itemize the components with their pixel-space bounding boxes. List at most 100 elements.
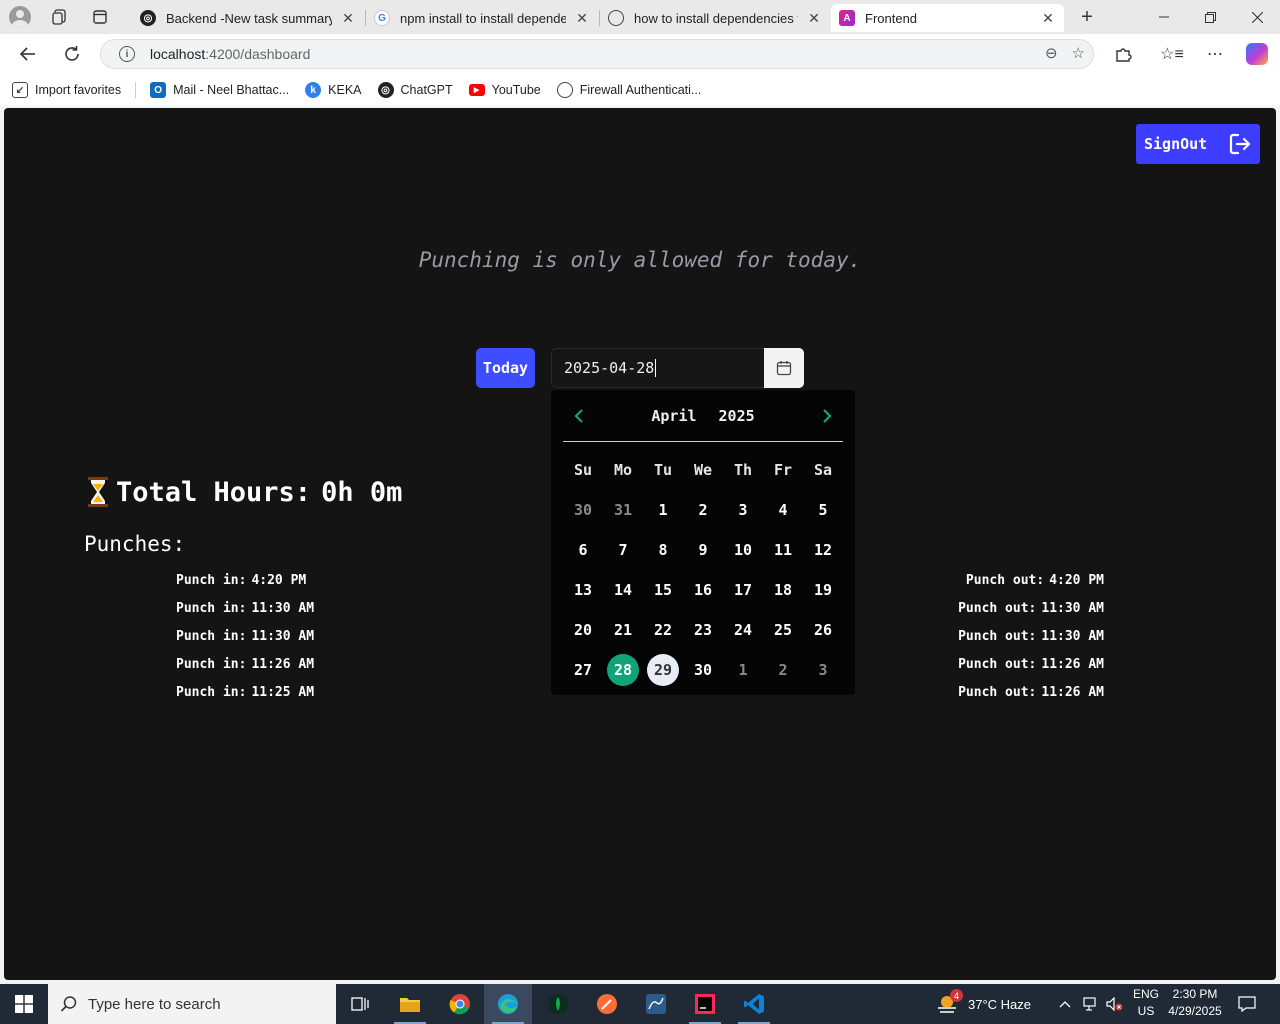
- day-cell[interactable]: 5: [803, 490, 843, 530]
- day-cell[interactable]: 4: [763, 490, 803, 530]
- restore-button[interactable]: [1187, 0, 1233, 34]
- notifications-icon[interactable]: [1238, 984, 1256, 1024]
- close-tab-icon[interactable]: ✕: [806, 10, 822, 27]
- vscode-icon[interactable]: [730, 984, 778, 1024]
- day-cell[interactable]: 15: [643, 570, 683, 610]
- browser-tab-active[interactable]: A Frontend ✕: [831, 4, 1064, 32]
- browser-tab[interactable]: how to install dependencies for j ✕: [600, 4, 830, 32]
- day-cell[interactable]: 12: [803, 530, 843, 570]
- chrome-icon[interactable]: [436, 984, 484, 1024]
- close-window-button[interactable]: [1234, 0, 1280, 34]
- day-cell[interactable]: 16: [683, 570, 723, 610]
- extensions-icon[interactable]: [1110, 42, 1136, 66]
- browser-tab[interactable]: ◎ Backend -New task summary ✕: [132, 4, 364, 32]
- today-button[interactable]: Today: [476, 348, 535, 388]
- mongodb-compass-icon[interactable]: [534, 984, 582, 1024]
- site-info-icon[interactable]: i: [119, 46, 135, 62]
- day-cell-other-month[interactable]: 3: [803, 650, 843, 690]
- day-cell[interactable]: 28: [603, 650, 643, 690]
- day-cell-other-month[interactable]: 2: [763, 650, 803, 690]
- day-cell[interactable]: 1: [643, 490, 683, 530]
- year-select[interactable]: 2025: [719, 407, 755, 425]
- more-menu-icon[interactable]: ⋯: [1202, 42, 1228, 66]
- language-indicator[interactable]: ENG US: [1130, 986, 1162, 1020]
- day-cell[interactable]: 18: [763, 570, 803, 610]
- show-hidden-icons[interactable]: [1059, 984, 1071, 1024]
- day-cell[interactable]: 24: [723, 610, 763, 650]
- favorites-icon[interactable]: ☆≡: [1159, 42, 1185, 66]
- date-input[interactable]: 2025-04-28: [551, 348, 765, 388]
- file-explorer-icon[interactable]: [386, 984, 434, 1024]
- back-button[interactable]: [12, 40, 44, 68]
- day-cell[interactable]: 10: [723, 530, 763, 570]
- taskbar-clock[interactable]: 2:30 PM 4/29/2025: [1160, 986, 1230, 1020]
- day-number: 3: [818, 661, 828, 679]
- read-aloud-icon[interactable]: ⊖: [1045, 44, 1058, 62]
- day-cell[interactable]: 25: [763, 610, 803, 650]
- volume-muted-icon[interactable]: [1106, 984, 1124, 1024]
- today-day: 29: [647, 654, 679, 686]
- favorite-item[interactable]: ↙ Import favorites: [12, 82, 121, 98]
- day-number: 1: [738, 661, 748, 679]
- tab-label: Backend -New task summary: [166, 10, 332, 26]
- punch-in-row: Punch in: 11:30 AM: [176, 628, 314, 656]
- month-select[interactable]: April: [651, 407, 696, 425]
- favorite-item[interactable]: ▶ YouTube: [468, 83, 541, 97]
- day-cell[interactable]: 29: [643, 650, 683, 690]
- network-icon[interactable]: [1083, 984, 1099, 1024]
- day-cell[interactable]: 19: [803, 570, 843, 610]
- day-cell[interactable]: 22: [643, 610, 683, 650]
- taskbar-search[interactable]: Type here to search: [48, 984, 336, 1024]
- favorite-item[interactable]: ◎ ChatGPT: [377, 82, 453, 98]
- day-cell[interactable]: 21: [603, 610, 643, 650]
- edge-icon[interactable]: [484, 984, 532, 1024]
- day-cell[interactable]: 9: [683, 530, 723, 570]
- signout-button[interactable]: SignOut: [1136, 124, 1260, 164]
- start-button[interactable]: [0, 984, 48, 1024]
- copilot-icon[interactable]: [1244, 42, 1270, 66]
- day-cell[interactable]: 20: [563, 610, 603, 650]
- calendar-toggle-button[interactable]: [764, 348, 804, 388]
- day-cell[interactable]: 11: [763, 530, 803, 570]
- favorite-item[interactable]: Firewall Authenticati...: [556, 82, 701, 98]
- close-tab-icon[interactable]: ✕: [1040, 10, 1056, 27]
- day-cell[interactable]: 8: [643, 530, 683, 570]
- url-input[interactable]: i localhost:4200/dashboard ⊖ ☆: [100, 39, 1094, 69]
- mysql-workbench-icon[interactable]: [632, 984, 680, 1024]
- weekday-label: Th: [733, 461, 753, 479]
- close-tab-icon[interactable]: ✕: [574, 10, 590, 27]
- day-cell[interactable]: 13: [563, 570, 603, 610]
- day-cell-other-month[interactable]: 31: [603, 490, 643, 530]
- task-view-icon[interactable]: [336, 984, 384, 1024]
- day-cell-other-month[interactable]: 1: [723, 650, 763, 690]
- day-cell[interactable]: 26: [803, 610, 843, 650]
- close-tab-icon[interactable]: ✕: [340, 10, 356, 27]
- day-number: 27: [573, 661, 593, 679]
- day-cell[interactable]: 6: [563, 530, 603, 570]
- day-cell[interactable]: 2: [683, 490, 723, 530]
- favorite-item[interactable]: k KEKA: [305, 82, 362, 98]
- day-cell[interactable]: 14: [603, 570, 643, 610]
- favorite-item[interactable]: O Mail - Neel Bhattac...: [150, 82, 289, 98]
- browser-tab[interactable]: G npm install to install dependencies ✕: [366, 4, 598, 32]
- tab-actions-icon[interactable]: [80, 0, 120, 34]
- profile-avatar[interactable]: [0, 0, 40, 34]
- day-cell[interactable]: 17: [723, 570, 763, 610]
- refresh-button[interactable]: [56, 40, 88, 68]
- day-cell-other-month[interactable]: 30: [563, 490, 603, 530]
- intellij-icon[interactable]: [681, 984, 729, 1024]
- day-cell[interactable]: 3: [723, 490, 763, 530]
- punch-out-row: Punch out: 11:26 AM: [958, 656, 1104, 684]
- day-cell[interactable]: 23: [683, 610, 723, 650]
- weather-widget[interactable]: 4 37°C Haze: [936, 984, 1031, 1024]
- day-cell[interactable]: 27: [563, 650, 603, 690]
- minimize-button[interactable]: [1141, 0, 1187, 34]
- postman-icon[interactable]: [583, 984, 631, 1024]
- day-cell[interactable]: 30: [683, 650, 723, 690]
- new-tab-button[interactable]: +: [1064, 0, 1110, 34]
- day-cell[interactable]: 7: [603, 530, 643, 570]
- favorite-star-icon[interactable]: ☆: [1072, 44, 1085, 62]
- next-month-button[interactable]: [817, 406, 837, 426]
- workspaces-icon[interactable]: [40, 0, 80, 34]
- chevron-right-icon: [823, 409, 832, 423]
